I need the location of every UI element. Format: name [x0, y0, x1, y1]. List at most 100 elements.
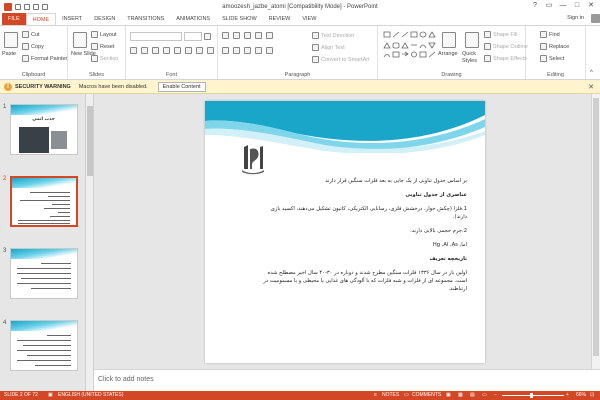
slide-sorter-icon[interactable]: ▦	[458, 391, 463, 400]
collapse-ribbon-icon[interactable]: ^	[590, 70, 593, 76]
strikethrough-icon[interactable]	[174, 47, 181, 54]
decrease-indent-icon[interactable]	[244, 32, 251, 39]
shadow-icon[interactable]	[163, 47, 170, 54]
arrange-button[interactable]: Arrange	[438, 51, 458, 57]
zoom-in-icon[interactable]: +	[566, 391, 569, 400]
ribbon-display-options-button[interactable]: ▭	[542, 0, 556, 12]
minimize-button[interactable]: —	[556, 0, 570, 12]
shape-effects-button[interactable]: Shape Effects	[484, 55, 527, 62]
quick-styles-button[interactable]: Quick Styles	[462, 51, 484, 65]
close-icon[interactable]: ✕	[588, 83, 594, 91]
close-button[interactable]: ✕	[584, 0, 598, 12]
select-button[interactable]: Select	[540, 55, 564, 62]
zoom-slider-thumb[interactable]	[530, 393, 533, 398]
zoom-out-icon[interactable]: −	[494, 391, 497, 400]
comments-button[interactable]: COMMENTS	[412, 391, 441, 400]
slide-heading[interactable]: تاریخچه تعریف	[430, 255, 468, 263]
slide-text-line[interactable]: ارتباطند.	[448, 285, 467, 293]
font-name-combo[interactable]	[130, 32, 182, 41]
replace-button[interactable]: Replace	[540, 43, 569, 50]
normal-view-icon[interactable]: ▣	[446, 391, 451, 400]
slide-text-line[interactable]: 2.جرم حجمی بالایی دارند.	[410, 227, 467, 235]
align-center-icon[interactable]	[233, 47, 240, 54]
copy-button[interactable]: Copy	[22, 43, 44, 50]
underline-icon[interactable]	[152, 47, 159, 54]
columns-icon[interactable]	[266, 47, 273, 54]
spelling-icon[interactable]: ▣	[48, 391, 53, 400]
language-indicator[interactable]: ENGLISH (UNITED STATES)	[58, 391, 123, 400]
format-painter-button[interactable]: Format Painter	[22, 55, 67, 62]
slide-heading[interactable]: عناصری از جدول تناوبی	[405, 191, 467, 199]
justify-icon[interactable]	[255, 47, 262, 54]
slide-text-line[interactable]: است. مجموعه ای از فلزات و شبه فلزات که ب…	[263, 277, 467, 285]
convert-smartart-button[interactable]: Convert to SmartArt	[312, 56, 370, 63]
slide-text-line[interactable]: دارند).	[453, 213, 467, 221]
slide-thumbnail-1[interactable]: جذب اتمی	[10, 104, 78, 155]
layout-button[interactable]: Layout	[91, 31, 117, 38]
tab-transitions[interactable]: TRANSITIONS	[121, 13, 170, 25]
fit-slide-icon[interactable]: ⊡	[590, 391, 594, 400]
text-direction-button[interactable]: Text Direction	[312, 32, 354, 39]
section-button[interactable]: Section	[91, 55, 118, 62]
slideshow-view-icon[interactable]: ▭	[482, 391, 487, 400]
arrange-icon[interactable]	[442, 32, 456, 48]
scrollbar-thumb[interactable]	[87, 106, 93, 176]
bold-icon[interactable]	[130, 47, 137, 54]
grow-font-icon[interactable]	[204, 33, 211, 40]
numbering-icon[interactable]	[233, 32, 240, 39]
current-slide[interactable]: بر اساس جدول تناوبی از یک جایی به بعد فل…	[205, 101, 485, 363]
shapes-gallery[interactable]	[382, 30, 436, 60]
reset-button[interactable]: Reset	[91, 43, 114, 50]
tab-animations[interactable]: ANIMATIONS	[170, 13, 216, 25]
paste-button[interactable]: Paste	[2, 51, 16, 57]
notes-pane[interactable]: Click to add notes	[94, 369, 600, 391]
tab-insert[interactable]: INSERT	[56, 13, 88, 25]
tab-file[interactable]: FILE	[2, 13, 26, 25]
align-text-button[interactable]: Align Text	[312, 44, 345, 51]
bullets-icon[interactable]	[222, 32, 229, 39]
change-case-icon[interactable]	[196, 47, 203, 54]
shape-outline-button[interactable]: Shape Outline	[484, 43, 528, 50]
quick-styles-icon[interactable]	[465, 32, 479, 48]
help-button[interactable]: ?	[528, 0, 542, 12]
tab-slide-show[interactable]: SLIDE SHOW	[216, 13, 263, 25]
align-right-icon[interactable]	[244, 47, 251, 54]
maximize-button[interactable]: □	[570, 0, 584, 12]
tab-review[interactable]: REVIEW	[263, 13, 297, 25]
slide-thumbnail-3[interactable]	[10, 248, 78, 299]
tab-design[interactable]: DESIGN	[88, 13, 121, 25]
slide-thumbnails-pane[interactable]: 1 جذب اتمی 2 3 4	[0, 94, 86, 391]
slide-text-line[interactable]: Hg ,Al ,As ,اما	[433, 241, 467, 249]
account-avatar[interactable]	[591, 14, 600, 23]
font-color-icon[interactable]	[207, 47, 214, 54]
sign-in-link[interactable]: Sign in	[567, 15, 584, 21]
line-spacing-icon[interactable]	[266, 32, 273, 39]
slide-scrollbar[interactable]	[591, 94, 600, 369]
new-slide-icon[interactable]	[73, 32, 87, 48]
slide-thumbnail-2[interactable]	[10, 176, 78, 227]
tab-view[interactable]: VIEW	[296, 13, 322, 25]
comments-icon[interactable]: ▭	[404, 391, 409, 400]
slide-text-line[interactable]: بر اساس جدول تناوبی از یک جایی به بعد فل…	[325, 177, 467, 185]
slide-thumbnail-4[interactable]	[10, 320, 78, 371]
reading-view-icon[interactable]: ▤	[470, 391, 475, 400]
align-left-icon[interactable]	[222, 47, 229, 54]
paste-icon[interactable]	[4, 32, 18, 48]
char-spacing-icon[interactable]	[185, 47, 192, 54]
tab-home[interactable]: HOME	[25, 13, 57, 25]
shape-fill-button[interactable]: Shape Fill	[484, 31, 517, 38]
notes-button[interactable]: NOTES	[382, 391, 399, 400]
increase-indent-icon[interactable]	[255, 32, 262, 39]
cut-button[interactable]: Cut	[22, 31, 40, 38]
italic-icon[interactable]	[141, 47, 148, 54]
font-size-combo[interactable]	[184, 32, 202, 41]
thumbnails-scrollbar[interactable]	[86, 94, 94, 391]
scrollbar-thumb[interactable]	[593, 98, 599, 356]
zoom-slider[interactable]	[502, 395, 564, 396]
notes-icon[interactable]: ≡	[374, 391, 377, 400]
slide-text-line[interactable]: 1.فلزا (چکش خوار، درخشش فلزی، رسانایی ال…	[271, 205, 467, 213]
slide-text-line[interactable]: اولین بار در سال ۱۳۳۶ فلزات سنگین مطرح ش…	[268, 269, 467, 277]
zoom-level[interactable]: 66%	[576, 391, 586, 400]
find-button[interactable]: Find	[540, 31, 560, 38]
enable-content-button[interactable]: Enable Content	[157, 81, 206, 92]
